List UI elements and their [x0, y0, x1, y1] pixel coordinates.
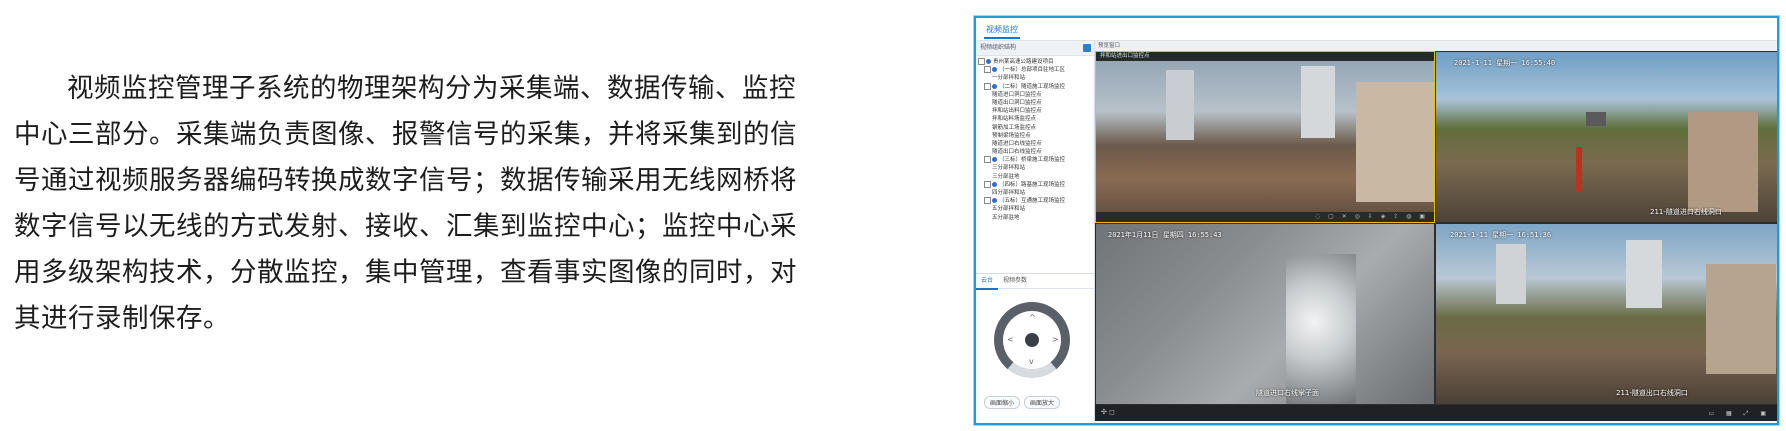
camera-view-3[interactable]: 2021年1月11日 星期四 16:55:43 隧道进口右线掌子面 [1096, 224, 1434, 404]
ptz-tabs: 云台 视频参数 [976, 274, 1094, 290]
tree-node[interactable]: 隧道出口右线监控点 [978, 148, 1094, 156]
paragraph-text: 视频监控管理子系统的物理架构分为采集端、数据传输、监控中心三部分。采集端负责图像… [14, 73, 797, 334]
ptz-dial[interactable]: ^ v < > [994, 302, 1070, 378]
ptz-panel: 云台 视频参数 ^ v < > 画面缩小 画面放大 [976, 273, 1094, 423]
tree-node[interactable]: 拌和站出料口监控点 [978, 107, 1094, 115]
layout-icons[interactable]: ▭ ▦ ⤢ ▣ [1708, 410, 1771, 418]
tree-node[interactable]: 拌和站料场监控点 [978, 115, 1094, 123]
tree-header: 视频组织结构 [976, 41, 1094, 56]
tree-node[interactable]: 五分部拌和站 [978, 205, 1094, 213]
preview-header: 预览窗口 [1095, 41, 1777, 51]
building [1586, 112, 1606, 126]
tree-node[interactable]: （三标）桥梁施工现场监控 [978, 156, 1094, 164]
light-glare [1286, 254, 1356, 404]
tree-node[interactable]: 一分部拌和站 [978, 74, 1094, 82]
title-bar: 视频监控 [976, 18, 1777, 41]
camera-title-bar: 拌和站进出口监控点 [1096, 52, 1434, 61]
arrow-up-icon[interactable]: ^ [1029, 313, 1036, 322]
zoom-in-button[interactable]: 画面放大 [1024, 396, 1061, 409]
collapse-icon[interactable] [1083, 44, 1091, 52]
tab-video[interactable]: 视频监控 [984, 24, 1020, 39]
tree-node[interactable]: 预制梁场监控点 [978, 132, 1094, 140]
camera-timestamp: 2021年1月11日 星期四 16:55:43 [1108, 231, 1222, 239]
camera-caption: 隧道进口右线掌子面 [1256, 389, 1319, 397]
wall [1356, 82, 1434, 202]
tree-node[interactable]: 贵州某高速公路建设项目 [978, 58, 1094, 66]
zoom-buttons: 画面缩小 画面放大 [984, 396, 1064, 409]
wall [1706, 264, 1776, 374]
ptz-center-button[interactable] [1025, 333, 1039, 347]
tree-node[interactable]: 隧道出口洞口监控点 [978, 99, 1094, 107]
camera-timestamp: 2021-1-11 星期一 16:55:40 [1454, 59, 1556, 67]
tree-node[interactable]: 五分部驻地 [978, 214, 1094, 222]
camera-view-4[interactable]: 2021-1-11 星期一 16:51:36 211-隧道出口右线洞口 [1436, 224, 1777, 404]
camera-toolbar[interactable]: ◌ ▢ ✕ ◎ ⇩ ◈ ⇪ ◍ ▣ [1096, 212, 1434, 222]
wall [1688, 112, 1758, 212]
camera-caption: 211-隧道进口右线洞口 [1650, 208, 1722, 216]
flag [1576, 147, 1582, 192]
arrow-left-icon[interactable]: < [1007, 335, 1014, 344]
device-tree: 贵州某高速公路建设项目 （一标）总部项目驻地工区 一分部拌和站 （二标）隧道施工… [976, 56, 1094, 248]
tree-node[interactable]: 隧道进口洞口监控点 [978, 91, 1094, 99]
arrow-down-icon[interactable]: v [1029, 357, 1034, 366]
tree-node[interactable]: （二标）隧道施工现场监控 [978, 82, 1094, 91]
video-grid: 预览窗口 拌和站进出口监控点 ◌ ▢ ✕ ◎ ⇩ ◈ ⇪ ◍ ▣ 2021-1-… [1095, 41, 1777, 421]
player-bottom-bar: ✣ ◻ ▭ ▦ ⤢ ▣ [1095, 405, 1777, 421]
play-icon[interactable]: ✣ ◻ [1101, 408, 1115, 416]
tree-node[interactable]: （一标）总部项目驻地工区 [978, 66, 1094, 74]
arrow-right-icon[interactable]: > [1052, 335, 1059, 344]
tree-header-label: 视频组织结构 [980, 44, 1017, 51]
tree-node[interactable]: （四标）路基施工现场监控 [978, 180, 1094, 189]
tab-video-params[interactable]: 视频参数 [998, 274, 1032, 288]
camera-view-1[interactable]: 拌和站进出口监控点 ◌ ▢ ✕ ◎ ⇩ ◈ ⇪ ◍ ▣ [1095, 51, 1435, 223]
camera-view-2[interactable]: 2021-1-11 星期一 16:55:40 211-隧道进口右线洞口 [1436, 52, 1777, 222]
silo [1301, 66, 1335, 138]
tab-ptz[interactable]: 云台 [976, 274, 999, 290]
tree-node[interactable]: （五标）互通施工现场监控 [978, 197, 1094, 205]
tree-node[interactable]: 四分部拌和站 [978, 189, 1094, 197]
monitoring-screenshot: 视频监控 视频组织结构 贵州某高速公路建设项目 （一标）总部项目驻地工区 一分部… [974, 16, 1779, 425]
silo [1626, 240, 1662, 308]
silo [1496, 244, 1526, 304]
camera-caption: 211-隧道出口右线洞口 [1616, 389, 1688, 397]
left-panel: 视频组织结构 贵州某高速公路建设项目 （一标）总部项目驻地工区 一分部拌和站 （… [976, 41, 1095, 423]
camera-timestamp: 2021-1-11 星期一 16:51:36 [1450, 231, 1552, 239]
tree-node[interactable]: 三分部驻地 [978, 173, 1094, 181]
tree-node[interactable]: 隧道进口右线监控点 [978, 140, 1094, 148]
zoom-out-button[interactable]: 画面缩小 [984, 396, 1021, 409]
tree-node[interactable]: 钢筋加工场监控点 [978, 124, 1094, 132]
silo [1166, 70, 1194, 140]
tree-node[interactable]: 三分部拌和站 [978, 164, 1094, 172]
description-paragraph: 视频监控管理子系统的物理架构分为采集端、数据传输、监控中心三部分。采集端负责图像… [14, 66, 816, 342]
